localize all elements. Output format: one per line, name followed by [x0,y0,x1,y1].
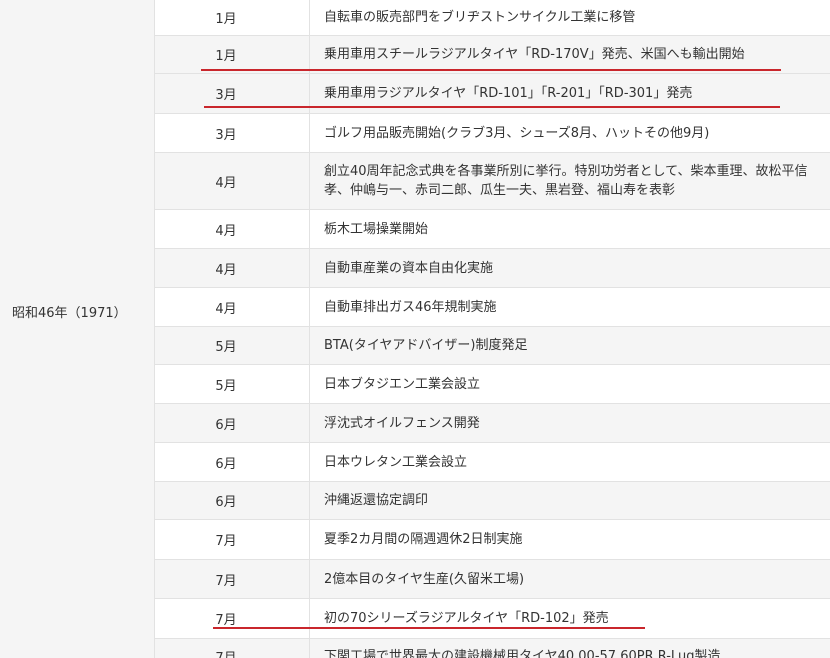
table-row: 1月 自転車の販売部門をブリヂストンサイクル工業に移管 [155,0,830,36]
event-cell: 創立40周年記念式典を各事業所別に挙行。特別功労者として、柴本重理、故松平信孝、… [324,164,808,198]
table-row: 3月 ゴルフ用品販売開始(クラブ3月、シューズ8月、ハットその他9月) [155,114,830,153]
event-cell: 夏季2カ月間の隔週週休2日制実施 [324,532,523,547]
month-cell: 4月 [155,288,310,326]
event-cell: 下関工場で世界最大の建設機械用タイヤ40.00-57 60PR R-Lug製造 [324,649,721,658]
table-row: 4月 自動車産業の資本自由化実施 [155,249,830,288]
event-cell: 初の70シリーズラジアルタイヤ「RD-102」発売 [324,611,609,626]
table-row: 6月 日本ウレタン工業会設立 [155,443,830,482]
event-cell: ゴルフ用品販売開始(クラブ3月、シューズ8月、ハットその他9月) [324,125,710,141]
table-row: 7月 下関工場で世界最大の建設機械用タイヤ40.00-57 60PR R-Lug… [155,639,830,658]
red-underline [213,627,645,629]
table-row: 7月 夏季2カ月間の隔週週休2日制実施 [155,520,830,560]
event-cell: 乗用車用スチールラジアルタイヤ「RD-170V」発売、米国へも輸出開始 [324,47,745,62]
table-row: 4月 創立40周年記念式典を各事業所別に挙行。特別功労者として、柴本重理、故松平… [155,153,830,210]
table-row: 4月 自動車排出ガス46年規制実施 [155,288,830,327]
month-cell: 6月 [155,482,310,519]
month-cell: 7月 [155,599,310,638]
table-row: 6月 沖縄返還協定調印 [155,482,830,520]
year-column: 昭和46年（1971） [0,0,155,658]
event-cell: 日本ブタジエン工業会設立 [324,376,481,392]
table-row: 4月 栃木工場操業開始 [155,210,830,249]
month-cell: 1月 [155,36,310,73]
event-cell: 自動車排出ガス46年規制実施 [324,299,497,315]
table-row: 3月 乗用車用ラジアルタイヤ「RD-101」「R-201」「RD-301」発売 [155,74,830,114]
month-cell: 6月 [155,443,310,481]
month-cell: 5月 [155,365,310,403]
event-cell: 沖縄返還協定調印 [324,493,429,508]
month-cell: 7月 [155,520,310,559]
event-cell: 自動車産業の資本自由化実施 [324,260,494,276]
month-cell: 5月 [155,327,310,364]
table-row: 7月 初の70シリーズラジアルタイヤ「RD-102」発売 [155,599,830,639]
event-cell: 栃木工場操業開始 [324,221,429,237]
month-cell: 3月 [155,114,310,152]
table-row: 5月 BTA(タイヤアドバイザー)制度発足 [155,327,830,365]
event-cell: 自転車の販売部門をブリヂストンサイクル工業に移管 [324,10,636,25]
table-row: 7月 2億本目のタイヤ生産(久留米工場) [155,560,830,599]
table-row: 6月 浮沈式オイルフェンス開発 [155,404,830,443]
month-cell: 1月 [155,0,310,35]
history-table: 1月 自転車の販売部門をブリヂストンサイクル工業に移管 1月 乗用車用スチールラ… [155,0,830,658]
event-cell: BTA(タイヤアドバイザー)制度発足 [324,338,528,353]
red-underline [204,106,780,108]
event-cell: 浮沈式オイルフェンス開発 [324,415,480,431]
month-cell: 4月 [155,153,310,209]
table-row: 5月 日本ブタジエン工業会設立 [155,365,830,404]
month-cell: 4月 [155,249,310,287]
red-underline [201,69,781,71]
month-cell: 7月 [155,639,310,658]
month-cell: 6月 [155,404,310,442]
month-cell: 4月 [155,210,310,248]
event-cell: 2億本目のタイヤ生産(久留米工場) [324,571,525,587]
month-cell: 7月 [155,560,310,598]
event-cell: 日本ウレタン工業会設立 [324,454,468,470]
year-label: 昭和46年（1971） [12,306,127,321]
